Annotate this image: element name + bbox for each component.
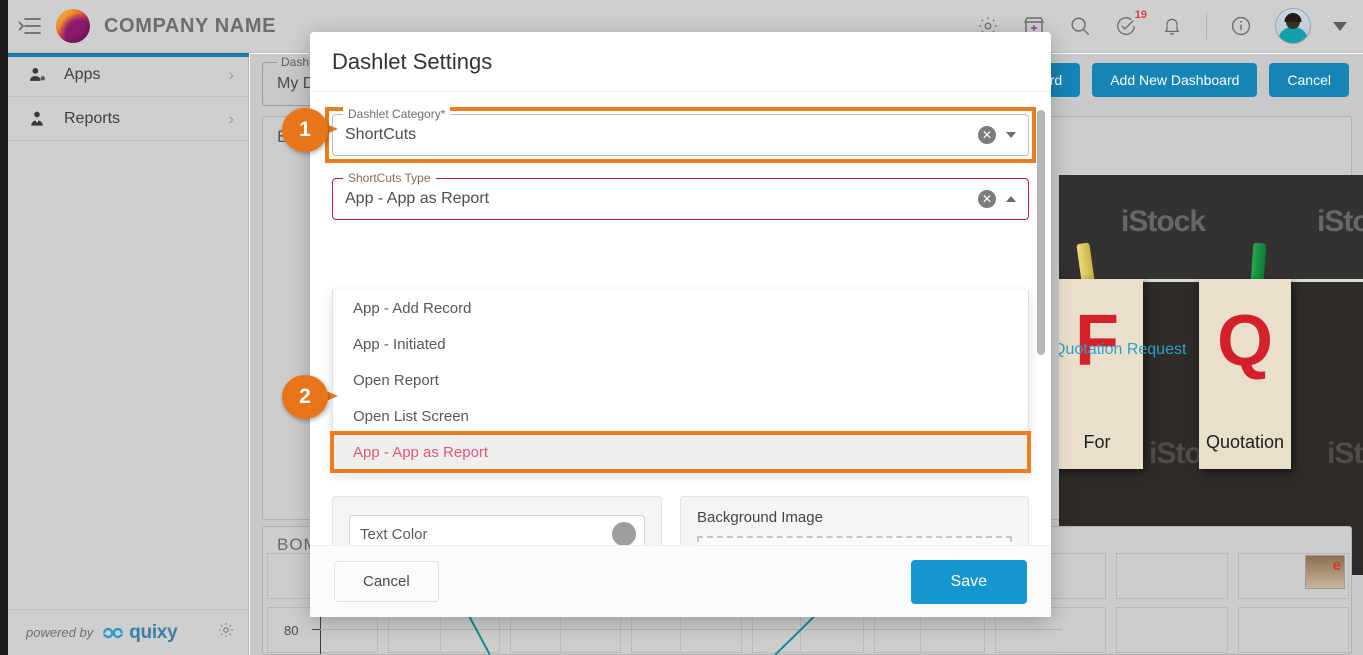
- dialog-body: Dashlet Category* ShortCuts ✕ ShortCuts …: [310, 92, 1051, 545]
- sidebar-item-label: Reports: [64, 109, 121, 127]
- dashlet-thumbnail[interactable]: e: [1305, 555, 1345, 589]
- watermark-text: iStock: [1317, 205, 1363, 238]
- photo-card-word: For: [1083, 432, 1111, 452]
- chevron-right-icon: ›: [228, 108, 234, 128]
- step-badge-2: 2: [282, 375, 338, 419]
- cancel-button[interactable]: Cancel: [334, 561, 439, 602]
- sidebar-footer: powered by quixy: [8, 609, 249, 655]
- search-icon[interactable]: [1068, 14, 1092, 38]
- step-badge-number: 1: [282, 108, 328, 152]
- dropdown-option-app-add-record[interactable]: App - Add Record: [333, 290, 1028, 326]
- background-image-title: Background Image: [697, 509, 823, 526]
- appearance-section: Text Color Hover Text Color Background I…: [332, 496, 1029, 545]
- clear-circle-icon[interactable]: ✕: [978, 190, 996, 208]
- company-name: COMPANY NAME: [104, 14, 277, 37]
- sidebar-item-reports[interactable]: Reports ›: [8, 97, 248, 141]
- dashlet-category-value: ShortCuts: [345, 126, 417, 143]
- shortcuts-type-wrapper: ShortCuts Type App - App as Report ✕: [332, 171, 1029, 220]
- dropdown-option-open-list-screen[interactable]: Open List Screen: [333, 398, 1028, 434]
- dropdown-option-app-app-as-report[interactable]: App - App as Report: [330, 431, 1031, 473]
- step-badge-1: 1: [282, 108, 338, 152]
- placeholder-cell: [1116, 607, 1228, 653]
- dashlet-category-legend: Dashlet Category*: [343, 107, 451, 121]
- avatar[interactable]: [1275, 8, 1311, 44]
- dashlet-settings-dialog: Dashlet Settings Dashlet Category* Short…: [310, 32, 1051, 617]
- sidebar-item-label: Apps: [64, 65, 101, 83]
- watermark-text: iStock: [1327, 437, 1363, 470]
- dialog-footer: Cancel Save: [310, 545, 1051, 617]
- dashlet-category-highlight: Dashlet Category* ShortCuts ✕: [325, 107, 1036, 163]
- dashlet-category-field[interactable]: Dashlet Category* ShortCuts ✕: [332, 107, 1029, 156]
- quixy-brand: quixy: [101, 621, 178, 644]
- dropdown-option-app-initiated[interactable]: App - Initiated: [333, 326, 1028, 362]
- photo-card-right: Q Quotation: [1199, 279, 1291, 469]
- sidebar-dark-rail: [0, 53, 8, 655]
- company-logo-icon: [56, 9, 90, 43]
- background-image-panel: Background Image Drag or Upload backgrou…: [680, 496, 1029, 545]
- user-menu-chevron-down-icon[interactable]: [1333, 21, 1347, 31]
- dashlet-category-tools: ✕: [978, 126, 1016, 144]
- photo-overlay-label: Quotation Request: [1059, 341, 1187, 358]
- dropdown-option-open-report[interactable]: Open Report: [333, 362, 1028, 398]
- photo-card-word: Quotation: [1205, 432, 1285, 452]
- dashlet-photo-tile[interactable]: iStock iStock iStock iStock F For Q Quot…: [1059, 175, 1363, 575]
- tasks-check-icon[interactable]: 19: [1114, 9, 1147, 38]
- dialog-scrollbar[interactable]: [1037, 110, 1045, 355]
- dialog-title: Dashlet Settings: [332, 48, 493, 74]
- cancel-dashboard-button[interactable]: Cancel: [1269, 63, 1349, 97]
- placeholder-cell: [1116, 553, 1228, 599]
- chevron-down-icon[interactable]: [1006, 132, 1016, 138]
- task-badge-count: 19: [1134, 9, 1147, 21]
- text-color-swatch[interactable]: [612, 522, 636, 545]
- dialog-header: Dashlet Settings: [310, 32, 1051, 92]
- info-icon[interactable]: [1229, 14, 1253, 38]
- sidebar-item-apps[interactable]: Apps ›: [8, 53, 248, 97]
- clear-circle-icon[interactable]: ✕: [978, 126, 996, 144]
- save-button[interactable]: Save: [910, 559, 1027, 604]
- chevron-up-icon[interactable]: [1006, 196, 1016, 202]
- photo-card-left: F For: [1059, 279, 1143, 469]
- chevron-right-icon: ›: [228, 64, 234, 84]
- shortcuts-type-tools: ✕: [978, 190, 1016, 208]
- notifications-bell-icon[interactable]: [1160, 14, 1184, 38]
- watermark-text: iStock: [1121, 205, 1206, 238]
- add-new-dashboard-button[interactable]: Add New Dashboard: [1092, 63, 1258, 97]
- toolbar-divider: [1206, 13, 1207, 39]
- shortcuts-type-value: App - App as Report: [345, 190, 490, 207]
- reports-user-icon: [26, 108, 48, 130]
- text-color-field[interactable]: Text Color: [349, 515, 645, 545]
- photo-card-letter: Q: [1216, 301, 1274, 381]
- text-color-label: Text Color: [360, 525, 428, 543]
- shortcuts-type-field[interactable]: ShortCuts Type App - App as Report ✕: [332, 171, 1029, 220]
- chart-y-tick-label: 80: [284, 623, 299, 638]
- placeholder-cell: [1237, 607, 1349, 653]
- step-badge-number: 2: [282, 375, 328, 419]
- shortcuts-type-legend: ShortCuts Type: [343, 171, 436, 185]
- left-dark-rail: [0, 0, 8, 53]
- powered-by-label: powered by: [26, 625, 94, 640]
- sidebar: Apps › Reports › powered by quixy: [0, 53, 249, 655]
- background-image-dropzone[interactable]: Drag or Upload background image here: [697, 536, 1012, 545]
- quixy-brand-label: quixy: [129, 621, 178, 643]
- hamburger-collapse-icon[interactable]: [18, 14, 42, 38]
- color-settings-panel: Text Color Hover Text Color: [332, 496, 662, 545]
- gear-icon[interactable]: [217, 621, 235, 644]
- shortcuts-type-dropdown: App - Add Record App - Initiated Open Re…: [330, 290, 1031, 473]
- chart-y-tick: [312, 629, 320, 630]
- apps-user-icon: [26, 64, 48, 86]
